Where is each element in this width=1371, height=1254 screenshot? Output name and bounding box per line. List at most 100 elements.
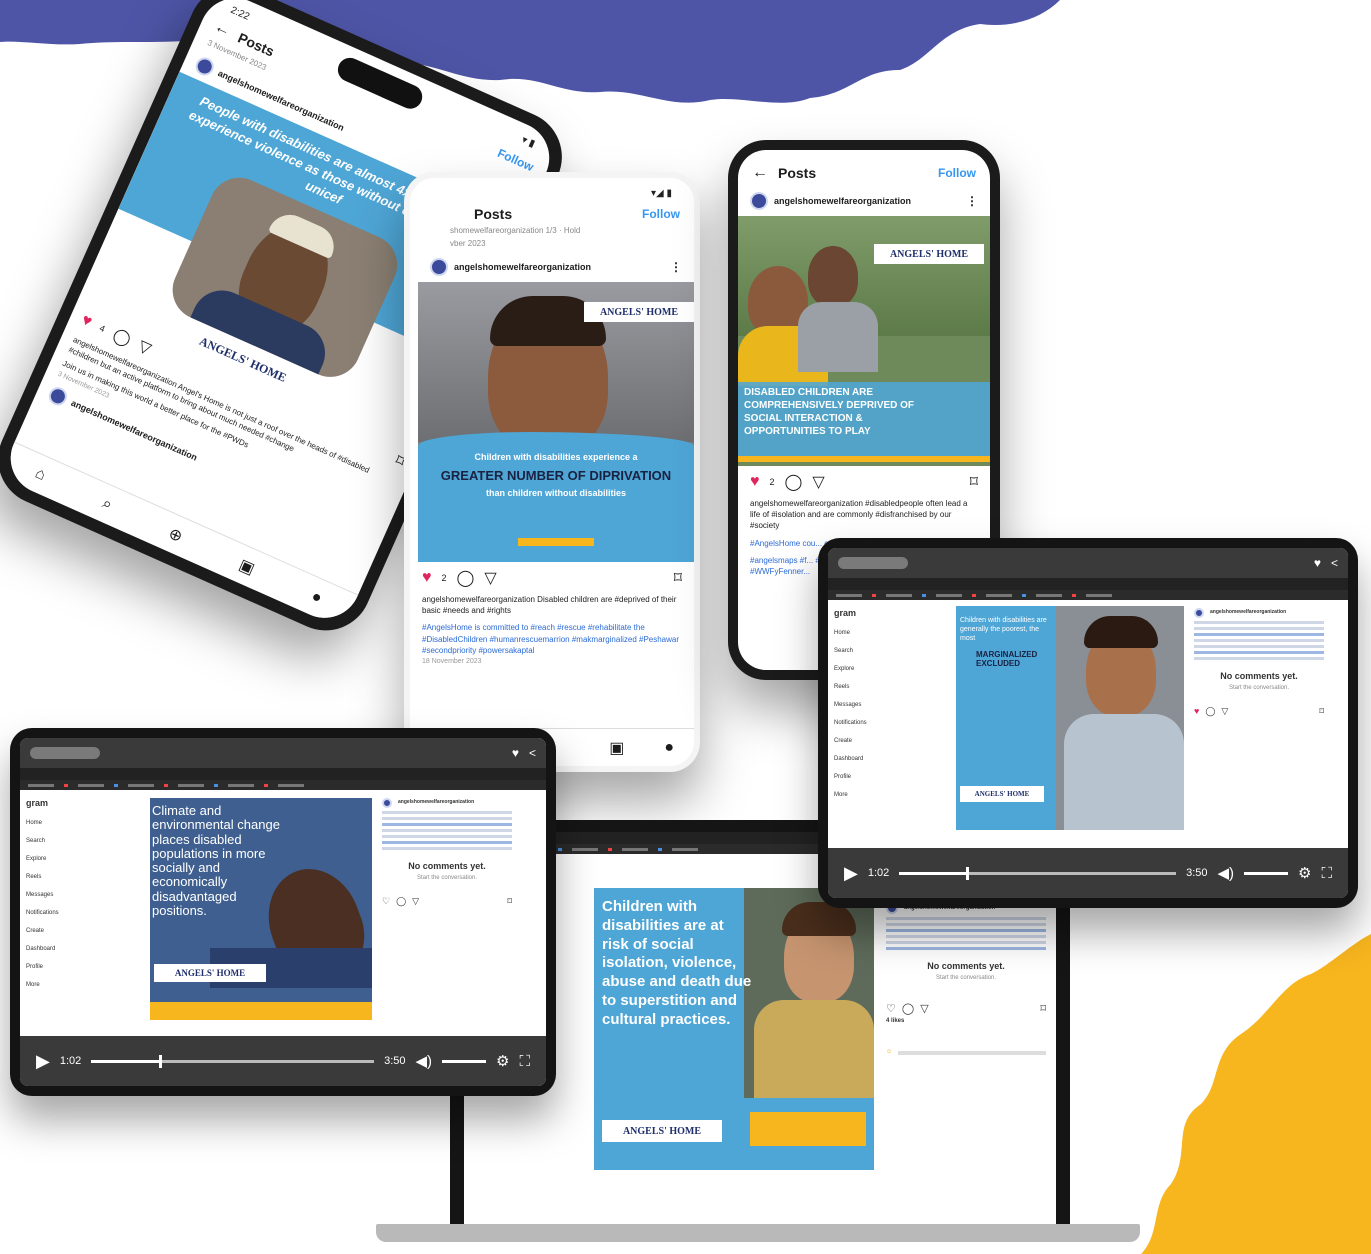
like-icon-tablet-right[interactable]: ♥ — [1194, 705, 1199, 719]
comment-icon-right[interactable]: ◯ — [785, 472, 803, 492]
sidebar-item-8[interactable]: Profile — [26, 964, 146, 970]
like-heart-icon[interactable]: ♥ — [79, 311, 95, 331]
account-name-center[interactable]: angelshomewelfareorganization — [454, 262, 664, 272]
tablet-right-post-text: Children with disabilities are generally… — [960, 617, 1047, 643]
sidebar-item-1[interactable]: Search — [26, 838, 146, 844]
home-icon[interactable]: ⌂ — [32, 464, 49, 484]
sidebar-r-item-6[interactable]: Create — [834, 738, 954, 744]
profile-avatar-icon-center[interactable]: ● — [664, 739, 674, 757]
share-icon-tablet-right[interactable]: ▽ — [1221, 705, 1228, 719]
comment-icon-laptop[interactable]: ◯ — [902, 1001, 914, 1018]
reels-icon-center[interactable]: ▣ — [609, 738, 624, 758]
bookmark-icon-right[interactable]: ⌑ — [970, 472, 978, 492]
add-comment-input-laptop[interactable] — [898, 1050, 1046, 1055]
share-icon-center[interactable]: ▽ — [484, 568, 496, 588]
bookmark-icon-center[interactable]: ⌑ — [674, 568, 682, 588]
comment-icon-center[interactable]: ◯ — [457, 568, 475, 588]
sidebar-item-6[interactable]: Create — [26, 928, 146, 934]
sidebar-r-item-7[interactable]: Dashboard — [834, 756, 954, 762]
sidebar-item-7[interactable]: Dashboard — [26, 946, 146, 952]
sidebar-r-item-9[interactable]: More — [834, 792, 954, 798]
avatar-center[interactable] — [430, 258, 448, 276]
emoji-icon-laptop[interactable]: ☺ — [886, 1048, 892, 1057]
heart-icon-top[interactable]: ♥ — [512, 746, 519, 760]
sidebar-item-9[interactable]: More — [26, 982, 146, 988]
volume-icon[interactable]: ◀) — [416, 1052, 433, 1070]
like-icon-laptop[interactable]: ♡ — [886, 1001, 896, 1018]
sidebar-item-4[interactable]: Messages — [26, 892, 146, 898]
sidebar-r-item-8[interactable]: Profile — [834, 774, 954, 780]
search-icon[interactable]: ⌕ — [99, 494, 115, 514]
follow-button-center[interactable]: Follow — [642, 207, 680, 221]
account-name-right[interactable]: angelshomewelfareorganization — [774, 196, 960, 206]
ig-sidebar-right: gram Home Search Explore Reels Messages … — [834, 608, 954, 810]
avatar-tablet-right[interactable] — [1194, 608, 1204, 618]
heart-icon-top-right[interactable]: ♥ — [1314, 556, 1321, 570]
more-options-icon-right[interactable]: ⋮ — [966, 194, 978, 208]
progress-track[interactable] — [91, 1054, 375, 1068]
share-icon-laptop[interactable]: ▽ — [920, 1001, 928, 1018]
account-name-tablet-left[interactable]: angelshomewelfareorganization — [398, 799, 512, 807]
avatar-2[interactable] — [46, 384, 70, 408]
sidebar-r-item-2[interactable]: Explore — [834, 666, 954, 672]
fullscreen-icon-right[interactable]: ⛶ — [1321, 865, 1332, 882]
profile-avatar-icon[interactable]: ● — [309, 587, 325, 607]
volume-slider[interactable] — [442, 1059, 487, 1063]
comment-icon-tablet-left[interactable]: ◯ — [396, 895, 406, 909]
address-bar-right[interactable] — [828, 578, 1348, 590]
banner-text-right: DISABLED CHILDREN ARE COMPREHENSIVELY DE… — [744, 387, 915, 437]
share-icon-right[interactable]: ▽ — [812, 472, 824, 492]
sidebar-r-item-5[interactable]: Notifications — [834, 720, 954, 726]
yellow-note-laptop — [750, 1112, 866, 1146]
account-name-tablet-right[interactable]: angelshomewelfareorganization — [1210, 609, 1324, 617]
sidebar-item-0[interactable]: Home — [26, 820, 146, 826]
comment-icon[interactable]: ◯ — [110, 324, 134, 350]
post-image-right[interactable]: ANGELS' HOME DISABLED CHILDREN ARE COMPR… — [738, 216, 990, 466]
bookmarks-bar-right — [828, 590, 1348, 600]
start-conversation-tablet-left[interactable]: Start the conversation. — [382, 874, 512, 883]
comment-icon-tablet-right[interactable]: ◯ — [1205, 705, 1215, 719]
back-arrow-icon-right[interactable]: ← — [752, 164, 768, 182]
avatar-right[interactable] — [750, 192, 768, 210]
volume-slider-right[interactable] — [1244, 871, 1289, 875]
share-icon-tablet-left[interactable]: ▽ — [412, 895, 419, 909]
like-icon-tablet-left[interactable]: ♡ — [382, 895, 390, 909]
tablet-right-post-image[interactable]: Children with disabilities are generally… — [956, 606, 1184, 830]
volume-icon-right[interactable]: ◀) — [1218, 864, 1235, 882]
share-icon-top[interactable]: < — [529, 746, 536, 760]
post-image-center[interactable]: ANGELS' HOME Children with disabilities … — [418, 282, 694, 562]
follow-button-right[interactable]: Follow — [938, 166, 976, 180]
tablet-left-post-image[interactable]: Climate and environmental change places … — [150, 798, 372, 1020]
fullscreen-icon[interactable]: ⛶ — [519, 1053, 530, 1070]
share-icon-top-right[interactable]: < — [1331, 556, 1338, 570]
reels-icon[interactable]: ▣ — [236, 554, 258, 578]
sidebar-item-3[interactable]: Reels — [26, 874, 146, 880]
share-icon[interactable]: ▽ — [135, 336, 154, 359]
start-conversation-tablet-right[interactable]: Start the conversation. — [1194, 684, 1324, 693]
settings-gear-icon-right[interactable]: ⚙ — [1298, 864, 1311, 882]
like-heart-icon-center[interactable]: ♥ — [422, 569, 432, 587]
bookmark-icon-laptop[interactable]: ⌑ — [1040, 1001, 1046, 1018]
settings-gear-icon[interactable]: ⚙ — [496, 1052, 509, 1070]
bookmark-icon-tablet-right[interactable]: ⌑ — [1319, 705, 1324, 719]
laptop-post-image[interactable]: Children with disabilities are at risk o… — [594, 888, 874, 1170]
create-icon[interactable]: ⊕ — [166, 523, 186, 547]
sidebar-item-2[interactable]: Explore — [26, 856, 146, 862]
more-options-icon-center[interactable]: ⋮ — [670, 260, 682, 274]
start-conversation-laptop[interactable]: Start the conversation. — [886, 974, 1046, 983]
avatar-tablet-left[interactable] — [382, 798, 392, 808]
play-icon[interactable]: ▶ — [36, 1051, 50, 1072]
avatar[interactable] — [192, 54, 217, 79]
sidebar-r-item-0[interactable]: Home — [834, 630, 954, 636]
sidebar-r-item-4[interactable]: Messages — [834, 702, 954, 708]
play-icon-right[interactable]: ▶ — [844, 863, 858, 884]
sidebar-r-item-3[interactable]: Reels — [834, 684, 954, 690]
like-heart-icon-right[interactable]: ♥ — [750, 473, 760, 491]
back-arrow-icon[interactable]: ← — [211, 18, 234, 41]
address-bar[interactable] — [20, 768, 546, 780]
like-count-right: 2 — [769, 477, 775, 487]
progress-track-right[interactable] — [899, 866, 1177, 880]
bookmark-icon-tablet-left[interactable]: ⌑ — [507, 895, 512, 909]
sidebar-item-5[interactable]: Notifications — [26, 910, 146, 916]
sidebar-r-item-1[interactable]: Search — [834, 648, 954, 654]
